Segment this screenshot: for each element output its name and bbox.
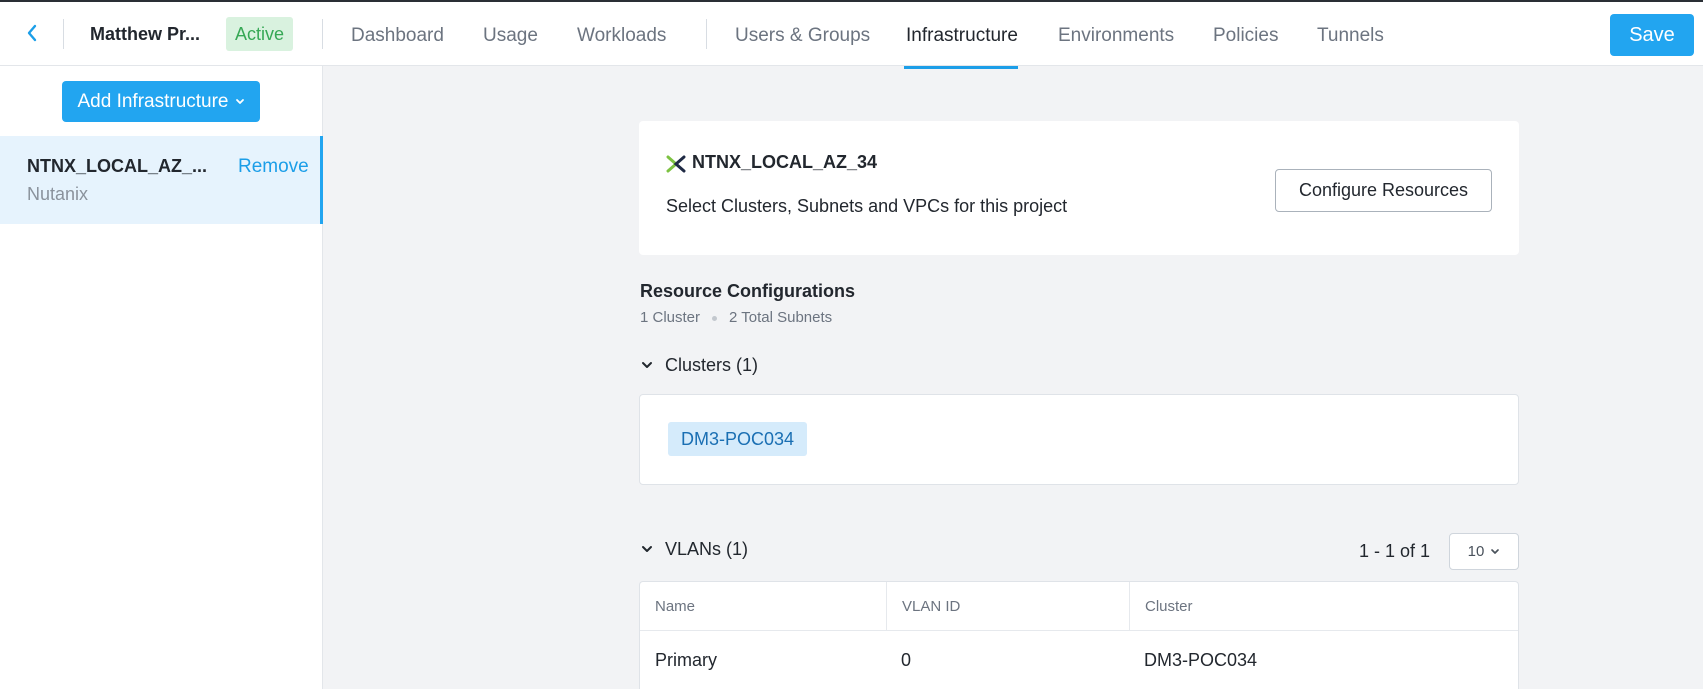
configure-resources-button[interactable]: Configure Resources [1275, 169, 1492, 212]
tab-environments[interactable]: Environments [1058, 2, 1174, 68]
tab-users-groups[interactable]: Users & Groups [735, 2, 870, 68]
chevron-down-icon [1491, 549, 1500, 554]
tab-dashboard[interactable]: Dashboard [351, 2, 444, 68]
resource-summary: 1 Cluster 2 Total Subnets [640, 309, 832, 326]
provider-description: Select Clusters, Subnets and VPCs for th… [666, 196, 1068, 216]
pagination-info: 1 - 1 of 1 [1359, 541, 1431, 561]
chevron-left-icon [27, 24, 37, 42]
table-row[interactable]: Primary 0 DM3-POC034 [640, 631, 1518, 689]
tab-usage[interactable]: Usage [483, 2, 538, 68]
status-badge: Active [226, 17, 294, 51]
page-size-select[interactable]: 10 [1449, 533, 1519, 570]
sidebar-item-ntnx-local-az[interactable]: NTNX_LOCAL_AZ_... Nutanix Remove [0, 136, 323, 224]
cell-cluster: DM3-POC034 [1144, 650, 1258, 670]
save-button[interactable]: Save [1610, 14, 1694, 56]
project-name: Matthew Pr... [90, 24, 201, 44]
subnet-count: 2 Total Subnets [729, 309, 833, 326]
tab-policies[interactable]: Policies [1213, 2, 1278, 68]
tab-infrastructure[interactable]: Infrastructure [906, 2, 1018, 68]
header-divider [63, 19, 64, 49]
chevron-down-icon [638, 540, 656, 558]
column-header-vlan-id[interactable]: VLAN ID [886, 582, 1129, 631]
clusters-box: DM3-POC034 [639, 394, 1519, 485]
infra-item-name: NTNX_LOCAL_AZ_... [27, 156, 208, 176]
provider-name: NTNX_LOCAL_AZ_34 [692, 152, 878, 172]
page-size-value: 10 [1467, 543, 1485, 560]
chevron-down-icon [235, 98, 244, 104]
remove-link[interactable]: Remove [238, 156, 309, 178]
section-title: Resource Configurations [640, 281, 856, 301]
clusters-toggle[interactable]: Clusters (1) [638, 351, 758, 379]
vlans-label: VLANs (1) [665, 538, 749, 559]
nutanix-logo-icon [666, 155, 686, 173]
provider-card: NTNX_LOCAL_AZ_34 Select Clusters, Subnet… [639, 121, 1519, 255]
table-header: Name VLAN ID Cluster [640, 582, 1518, 631]
vlan-table: Name VLAN ID Cluster Primary 0 DM3-POC03… [639, 581, 1519, 689]
cluster-tag: DM3-POC034 [668, 422, 808, 456]
cell-name: Primary [655, 650, 717, 670]
active-tab-indicator [904, 66, 1018, 69]
header-divider [322, 19, 323, 49]
tab-workloads[interactable]: Workloads [577, 2, 666, 68]
clusters-label: Clusters (1) [665, 354, 759, 375]
tab-tunnels[interactable]: Tunnels [1317, 2, 1384, 68]
separator-dot [712, 315, 718, 321]
infrastructure-sidebar: Add Infrastructure NTNX_LOCAL_AZ_... Nut… [0, 66, 323, 689]
cell-vlan-id: 0 [901, 650, 912, 670]
column-header-name[interactable]: Name [640, 582, 886, 631]
header-divider [706, 19, 707, 49]
back-button[interactable] [18, 16, 46, 50]
add-infrastructure-label: Add Infrastructure [77, 90, 229, 112]
vlans-toggle[interactable]: VLANs (1) [638, 535, 748, 563]
add-infrastructure-button[interactable]: Add Infrastructure [62, 81, 260, 122]
chevron-down-icon [638, 356, 656, 374]
top-header: Matthew Pr... Active Dashboard Usage Wor… [0, 0, 1703, 69]
column-header-cluster[interactable]: Cluster [1129, 582, 1518, 631]
cluster-count: 1 Cluster [640, 309, 701, 326]
infra-item-type: Nutanix [27, 184, 89, 204]
